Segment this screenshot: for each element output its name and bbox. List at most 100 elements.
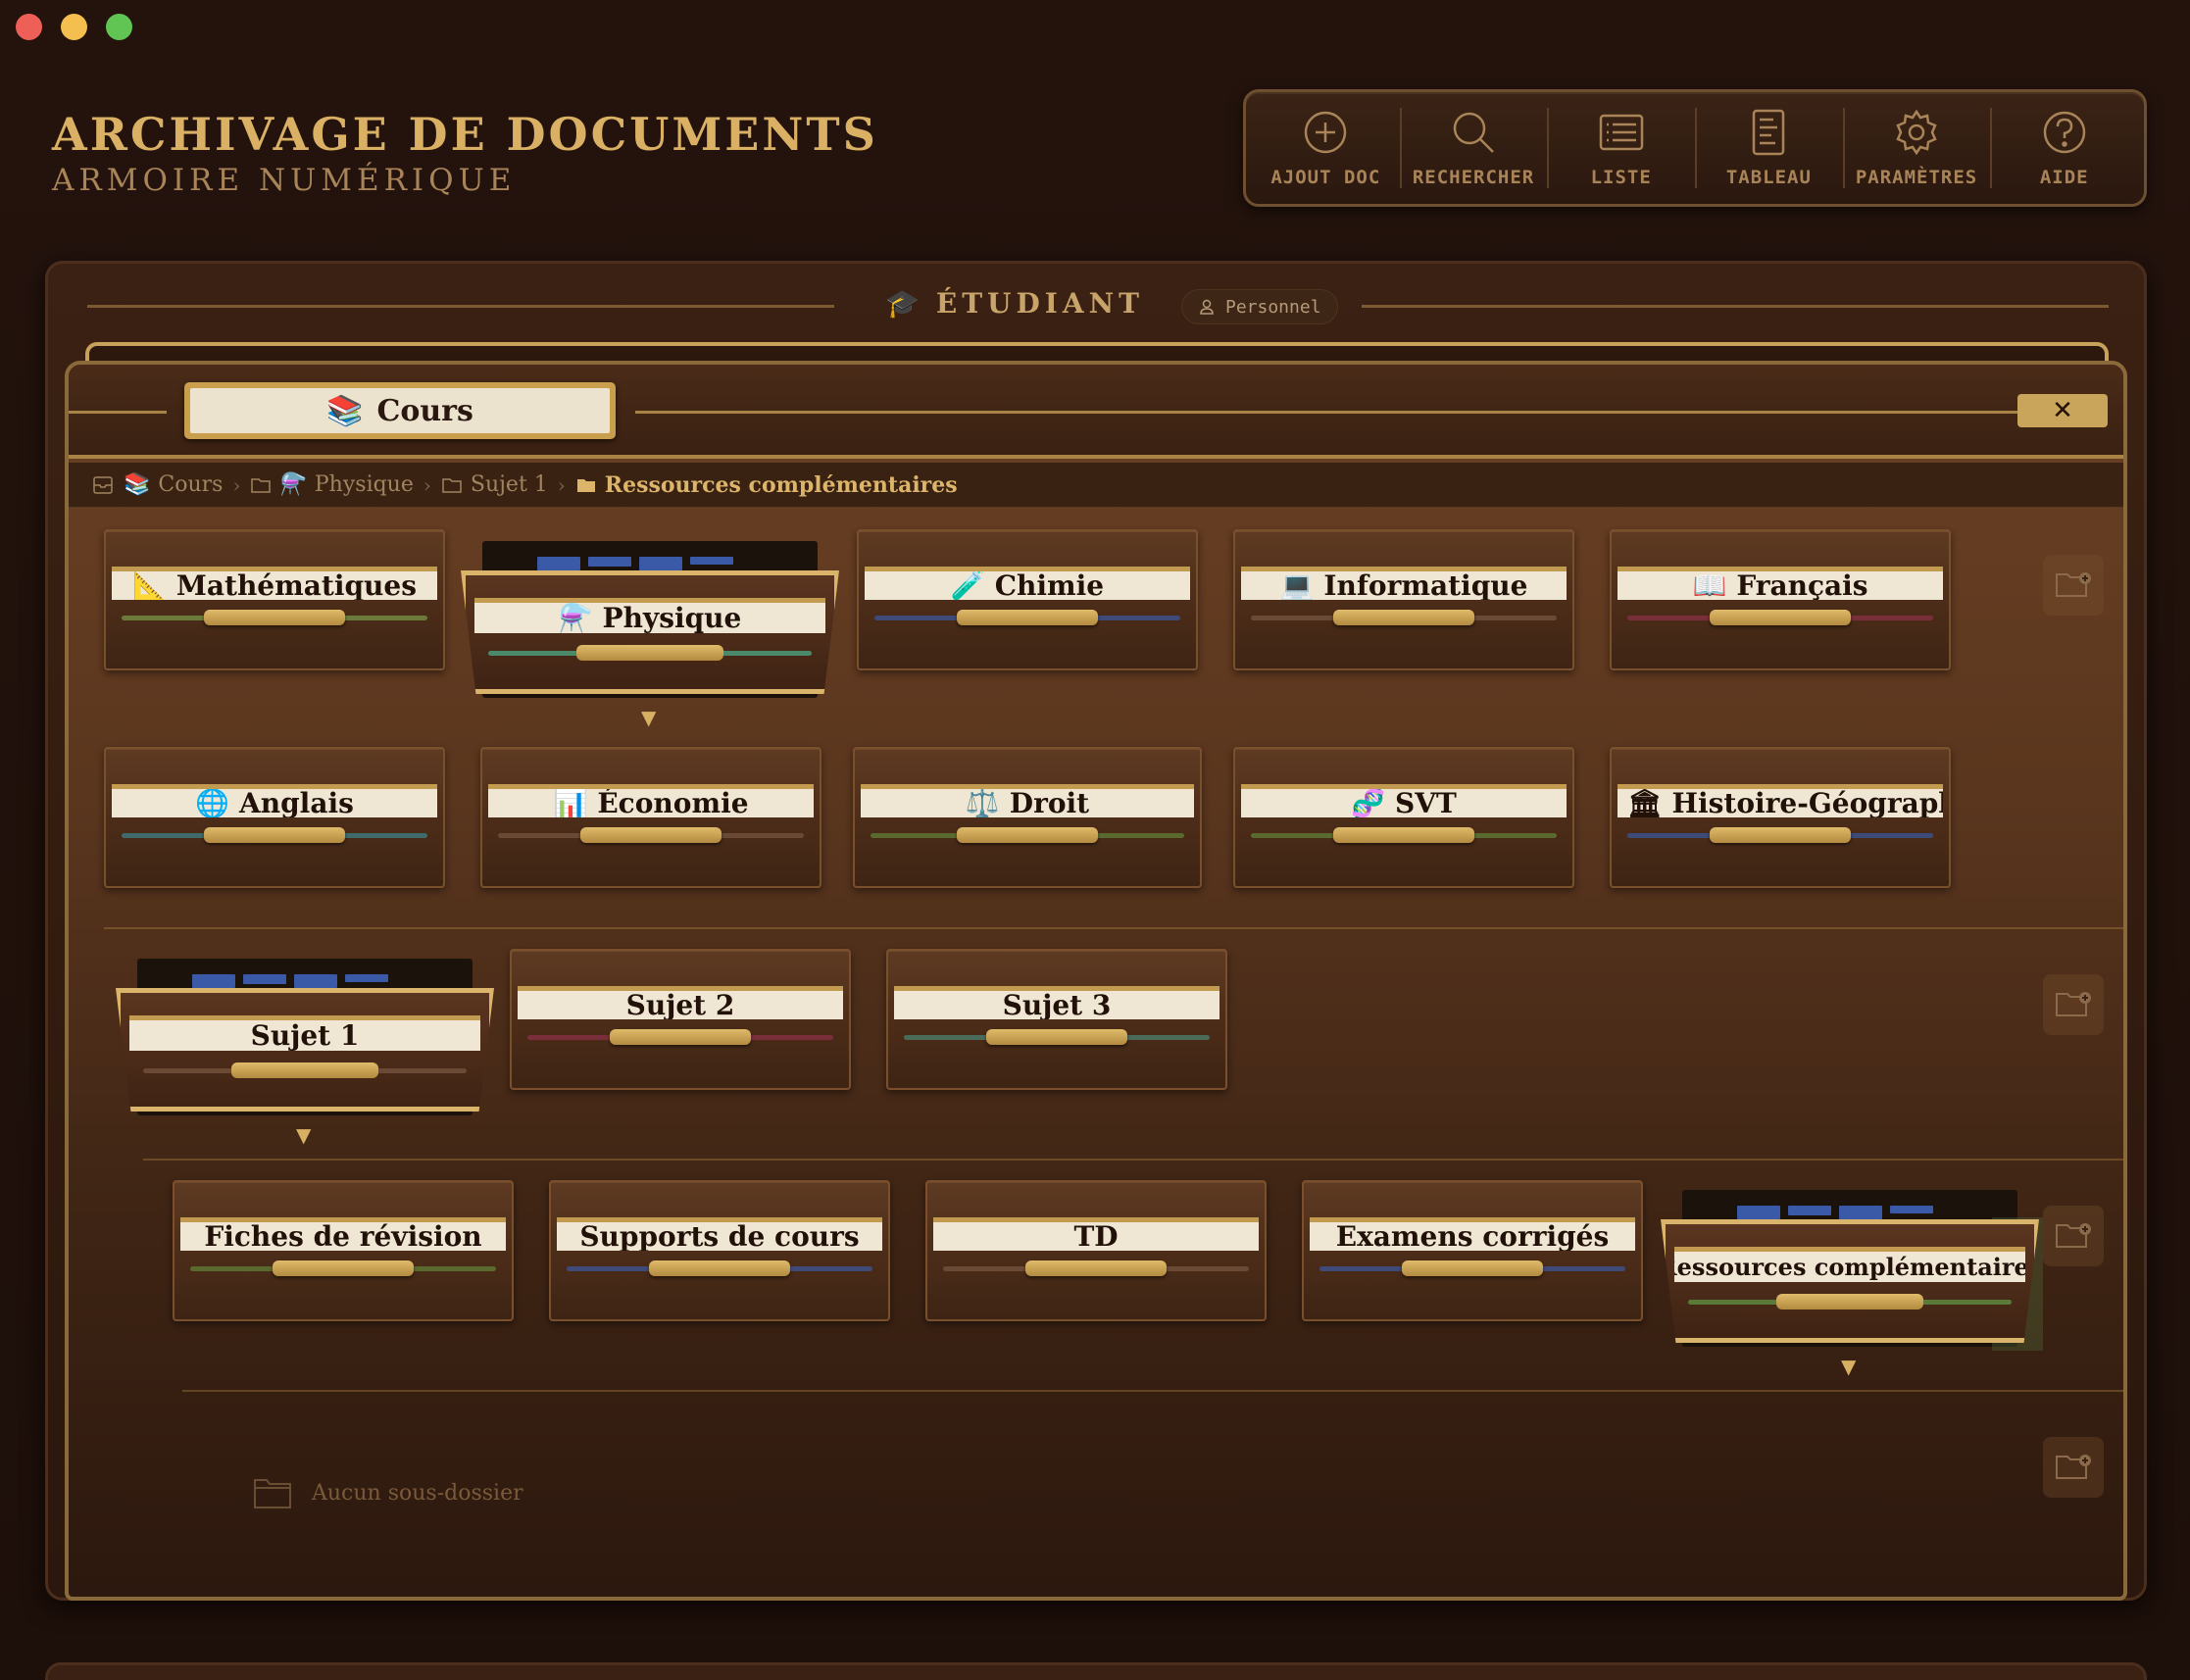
status-badge: Personnel [1181,289,1338,324]
row-divider [143,1159,2123,1161]
list-button[interactable]: LISTE [1547,92,1695,204]
empty-state-text: Aucun sous-dossier [312,1480,523,1506]
close-drawer-button[interactable]: ✕ [2017,394,2108,427]
folder-ressources-complementaires-open[interactable]: Ressources complémentaires [1661,1190,2043,1353]
test-tube-icon: 🧪 [950,569,985,600]
add-doc-button[interactable]: AJOUT DOC [1252,92,1400,204]
help-label: AIDE [2039,167,2089,188]
drawer-pull-handle [1776,1294,1923,1309]
folder-supports-de-cours[interactable]: Supports de cours [549,1180,890,1321]
folder-mathematiques[interactable]: 📐 Mathématiques [104,529,445,670]
folder-plus-icon [2056,1455,2091,1479]
add-folder-button[interactable] [2043,974,2104,1035]
drawer-pull-handle [1025,1260,1167,1276]
search-icon [1453,112,1494,153]
app-window: ARCHIVAGE DE DOCUMENTS ARMOIRE NUMÉRIQUE… [0,0,2190,1680]
add-folder-button[interactable] [2043,555,2104,616]
chevron-right-icon: › [423,472,431,497]
folder-anglais[interactable]: 🌐 Anglais [104,747,445,888]
drawer-pull-handle [1402,1260,1543,1276]
cabinet-rule-left [87,305,834,308]
expand-arrow-icon: ▼ [1841,1355,1857,1378]
flask-icon: ⚗️ [558,602,593,633]
list-label: LISTE [1590,167,1652,188]
folder-chimie[interactable]: 🧪 Chimie [857,529,1198,670]
folder-fiches-de-revision[interactable]: Fiches de révision [173,1180,514,1321]
folder-histoire-geographie[interactable]: 🏛Histoire-Géographie [1610,747,1951,888]
chevron-right-icon: › [232,472,241,497]
help-button[interactable]: AIDE [1990,92,2138,204]
drawer-pull-handle [231,1062,378,1078]
folder-td[interactable]: TD [925,1180,1267,1321]
drawer-pull-handle [1333,610,1474,625]
folder-examens-corriges[interactable]: Examens corrigés [1302,1180,1643,1321]
cabinet-label-text: ÉTUDIANT [935,287,1145,320]
drawer-pull-handle [204,827,345,843]
folder-droit[interactable]: ⚖️ Droit [853,747,1202,888]
empty-state: Aucun sous-dossier [253,1476,523,1509]
maximize-window-button[interactable] [106,14,132,40]
drawer-title: Cours [376,393,473,428]
add-folder-button[interactable] [2043,1206,2104,1266]
help-icon [2043,111,2085,154]
minimize-window-button[interactable] [61,14,87,40]
globe-icon: 🌐 [195,787,230,817]
table-button[interactable]: TABLEAU [1695,92,1843,204]
folder-francais[interactable]: 📖 Français [1610,529,1951,670]
graduation-cap-icon: 🎓 [885,287,924,320]
chevron-right-icon: › [557,472,566,497]
plus-circle-icon [1305,111,1347,154]
book-icon: 📖 [1692,569,1727,600]
empty-folder-icon [254,1479,291,1508]
table-icon [1753,109,1785,156]
dna-icon: 🧬 [1351,787,1386,817]
badge-text: Personnel [1225,296,1321,318]
row-divider [182,1390,2123,1392]
expand-arrow-icon: ▼ [641,706,657,729]
folder-economie[interactable]: 📊 Économie [480,747,821,888]
drawer-header: 📚 Cours ✕ [69,365,2123,459]
drawer-pull-handle [1710,827,1851,843]
expand-arrow-icon: ▼ [296,1123,312,1147]
books-icon: 📚 [326,393,364,428]
scales-icon: ⚖️ [965,787,1000,817]
folder-icon [442,477,462,493]
drawer-pull-handle [580,827,722,843]
breadcrumb-item-physique[interactable]: ⚗️ Physique [250,472,414,497]
folder-informatique[interactable]: 💻 Informatique [1233,529,1574,670]
next-cabinet-edge [45,1662,2147,1680]
bar-chart-icon: 📊 [553,787,588,817]
drawer-pull-handle [649,1260,790,1276]
user-icon [1200,299,1214,315]
cabinet-rule-right [1362,305,2109,308]
drawer-pull-handle [204,610,345,625]
breadcrumb-item-cours[interactable]: 📚 Cours [124,472,223,497]
search-label: RECHERCHER [1412,167,1535,188]
drawer-pull-handle [610,1029,751,1045]
folder-sujet-2[interactable]: Sujet 2 [510,949,851,1090]
settings-button[interactable]: PARAMÈTRES [1842,92,1991,204]
gear-icon [1896,109,1937,156]
breadcrumb-item-sujet-1[interactable]: Sujet 1 [441,472,548,497]
folder-sujet-3[interactable]: Sujet 3 [886,949,1227,1090]
drawer-pull-handle [1333,827,1474,843]
folder-svt[interactable]: 🧬 SVT [1233,747,1574,888]
laptop-icon: 💻 [1279,569,1315,600]
close-window-button[interactable] [16,14,42,40]
search-button[interactable]: RECHERCHER [1399,92,1548,204]
add-folder-button[interactable] [2043,1437,2104,1498]
folder-physique-open[interactable]: ⚗️ Physique [461,541,839,704]
drawer-pull-handle [1710,610,1851,625]
folder-sujet-1-open[interactable]: Sujet 1 [116,959,494,1121]
folder-plus-icon [2056,572,2091,597]
folder-plus-icon [2056,1223,2091,1248]
folder-icon [251,477,272,493]
drawer-pull-handle [957,610,1098,625]
drawer-pull-handle [957,827,1098,843]
app-subtitle: ARMOIRE NUMÉRIQUE [52,163,517,198]
open-drawer: 📚 Cours ✕ 📚 Cours › ⚗️ Physique › Sujet … [65,361,2127,1601]
drawer-label-plate: 📚 Cours [184,382,616,439]
breadcrumb-item-current[interactable]: Ressources complémentaires [575,472,958,498]
drawer-pull-handle [576,645,723,661]
table-label: TABLEAU [1725,167,1812,188]
